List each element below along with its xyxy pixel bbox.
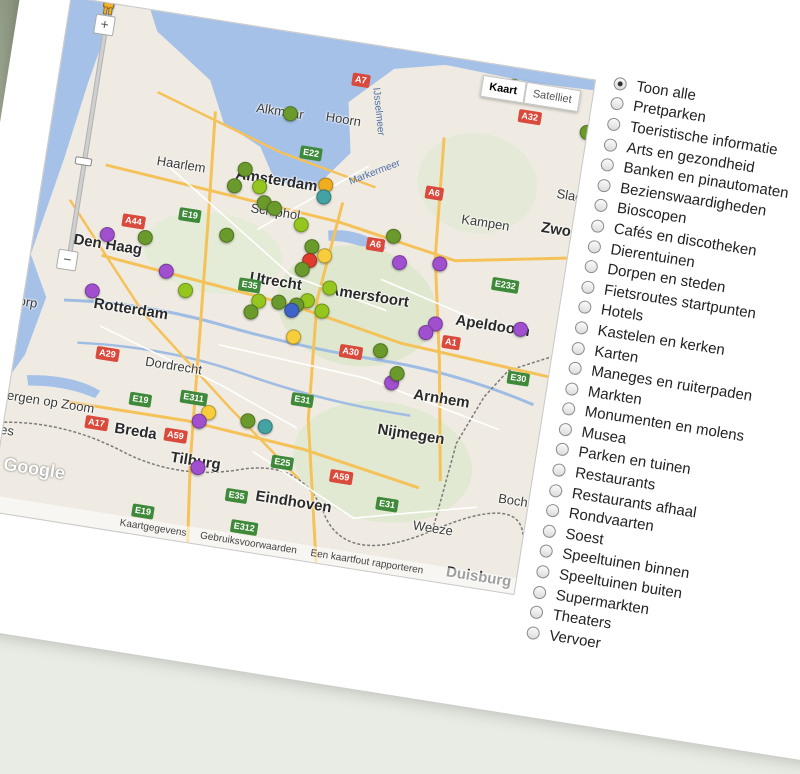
radio-button[interactable] (532, 585, 547, 600)
radio-button[interactable] (561, 402, 576, 417)
radio-button[interactable] (587, 239, 602, 254)
radio-button[interactable] (568, 361, 583, 376)
radio-button[interactable] (590, 219, 605, 234)
radio-button[interactable] (581, 280, 596, 295)
radio-button[interactable] (548, 483, 563, 498)
radio-button[interactable] (577, 300, 592, 315)
radio-button[interactable] (610, 97, 625, 112)
zoom-in-button[interactable]: + (93, 14, 116, 37)
radio-button[interactable] (597, 178, 612, 193)
radio-button[interactable] (571, 341, 586, 356)
page-sheet: HeerenveenAlkmaarHoornHaarlemAmsterdamSc… (0, 0, 800, 774)
map-view[interactable]: HeerenveenAlkmaarHoornHaarlemAmsterdamSc… (0, 0, 596, 595)
radio-button[interactable] (555, 442, 570, 457)
radio-button[interactable] (603, 137, 618, 152)
road-shield: A7 (351, 72, 370, 88)
radio-button[interactable] (552, 463, 567, 478)
radio-button[interactable] (613, 76, 628, 91)
radio-button[interactable] (535, 564, 550, 579)
radio-button[interactable] (558, 422, 573, 437)
radio-button[interactable] (542, 524, 557, 539)
radio-button[interactable] (574, 320, 589, 335)
radio-button[interactable] (600, 158, 615, 173)
radio-button[interactable] (526, 625, 541, 640)
radio-button[interactable] (564, 381, 579, 396)
road-shield: A6 (424, 185, 443, 201)
radio-button[interactable] (593, 198, 608, 213)
radio-button[interactable] (529, 605, 544, 620)
radio-button[interactable] (606, 117, 621, 132)
zoom-out-button[interactable]: − (56, 249, 79, 272)
radio-button[interactable] (545, 503, 560, 518)
radio-button[interactable] (539, 544, 554, 559)
road-shield: A1 (441, 335, 460, 351)
radio-button[interactable] (584, 259, 599, 274)
road-shield: A6 (366, 237, 385, 253)
